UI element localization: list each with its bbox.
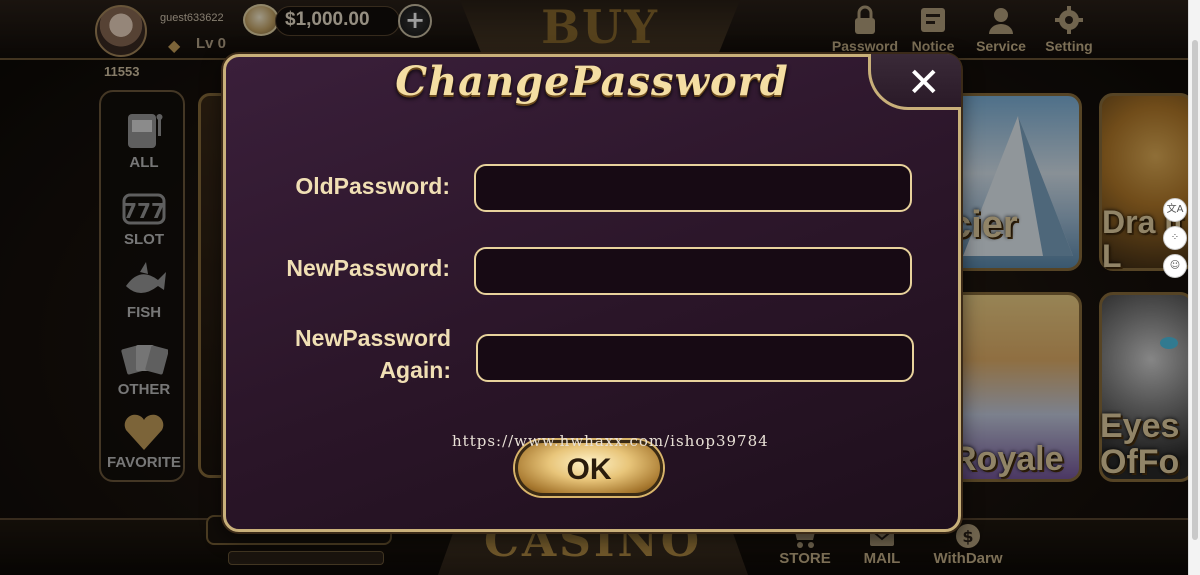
confirm-password-label: NewPassword Again:: [250, 322, 451, 386]
watermark-url: https://www.hwhaxx.com/ishop39784: [452, 432, 769, 450]
scrollbar-thumb[interactable]: [1192, 40, 1198, 540]
close-icon: ✕: [907, 60, 941, 106]
apps-icon[interactable]: ⁘: [1163, 226, 1187, 250]
lobby-background: guest633622 ◆ Lv 0 11553 $1,000.00 + BUY…: [0, 0, 1188, 575]
new-password-field[interactable]: [474, 247, 912, 295]
assistant-icon[interactable]: ☺: [1163, 254, 1187, 278]
confirm-password-field[interactable]: [476, 334, 914, 382]
old-password-label: OldPassword:: [295, 173, 450, 199]
new-password-label: NewPassword:: [286, 255, 450, 281]
page-scrollbar[interactable]: [1188, 0, 1200, 575]
confirm-password-label-line2: Again:: [379, 357, 451, 383]
old-password-field[interactable]: [474, 164, 912, 212]
dialog-title: ChangePassword: [395, 58, 789, 105]
ok-label: OK: [566, 453, 612, 486]
confirm-password-label-line1: NewPassword: [295, 325, 451, 351]
translate-icon[interactable]: 文A: [1163, 198, 1187, 222]
